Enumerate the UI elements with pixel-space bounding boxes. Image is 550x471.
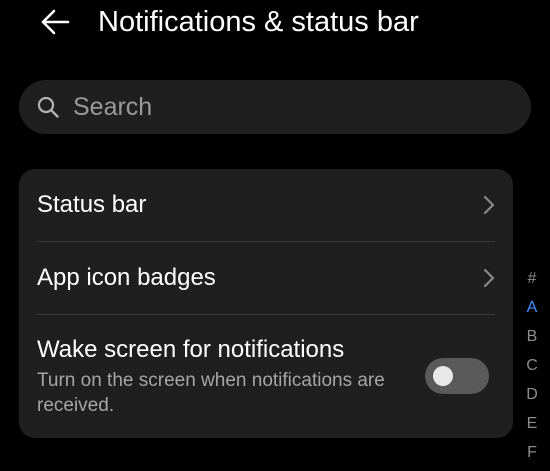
index-letter[interactable]: # <box>521 268 543 297</box>
chevron-right-icon <box>483 195 495 215</box>
wake-screen-description: Turn on the screen when notifications ar… <box>37 370 385 416</box>
app-icon-badges-label: App icon badges <box>37 264 216 291</box>
settings-card: Status bar App icon badges Wake screen f… <box>19 169 513 438</box>
index-letter[interactable]: E <box>521 413 543 442</box>
index-letter[interactable]: D <box>521 384 543 413</box>
status-bar-label: Status bar <box>37 191 147 218</box>
chevron-right-icon <box>483 268 495 288</box>
page-title: Notifications & status bar <box>98 6 419 38</box>
index-letter[interactable]: F <box>521 442 543 471</box>
index-letter[interactable]: C <box>521 355 543 384</box>
top-app-bar: Notifications & status bar <box>0 0 550 48</box>
app-icon-badges-row[interactable]: App icon badges <box>19 242 513 314</box>
wake-screen-label: Wake screen for notifications <box>37 336 345 363</box>
search-bar[interactable] <box>19 80 531 134</box>
index-letter-active[interactable]: A <box>521 297 543 326</box>
search-input[interactable] <box>73 80 513 134</box>
wake-screen-toggle[interactable] <box>425 358 489 394</box>
status-bar-row[interactable]: Status bar <box>19 169 513 241</box>
wake-screen-row[interactable]: Wake screen for notifications Turn on th… <box>19 315 513 438</box>
back-button[interactable] <box>34 3 76 41</box>
index-letter[interactable]: B <box>521 326 543 355</box>
toggle-knob <box>433 366 453 386</box>
arrow-left-icon <box>41 9 70 35</box>
alphabet-index-bar[interactable]: # A B C D E F <box>521 268 543 471</box>
search-icon <box>37 96 59 118</box>
